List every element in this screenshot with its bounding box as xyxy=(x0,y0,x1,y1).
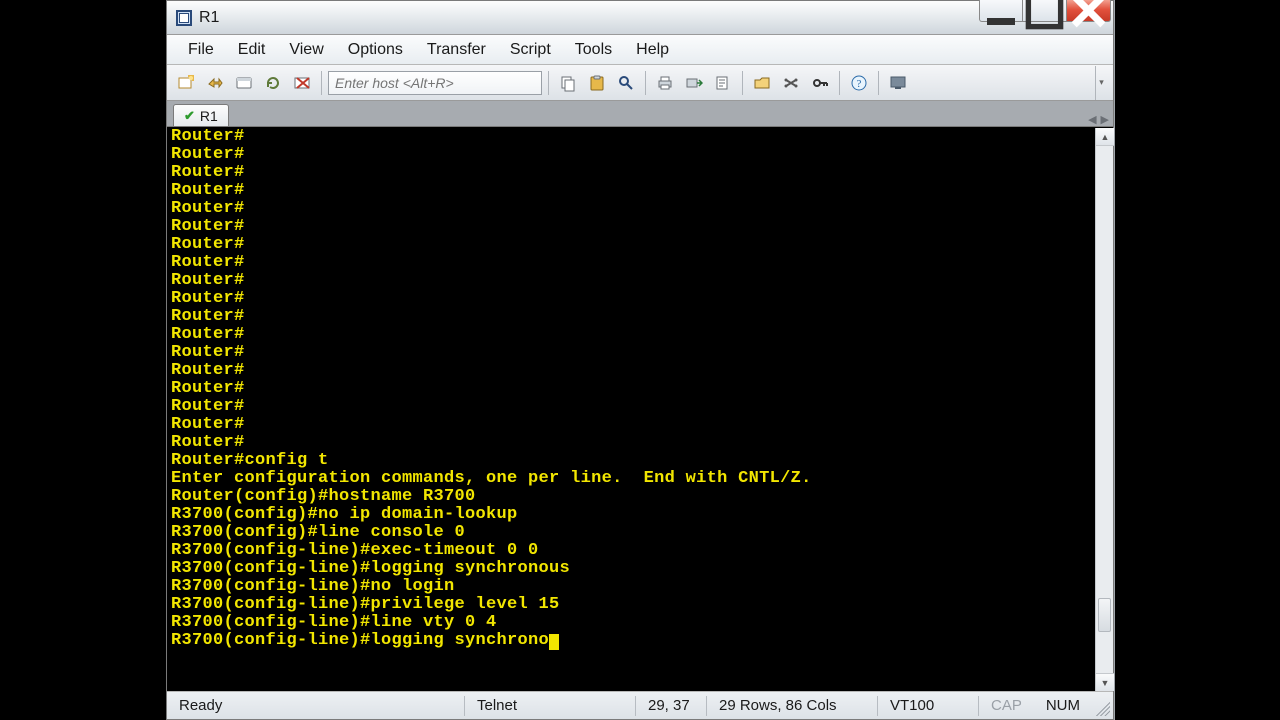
menu-view[interactable]: View xyxy=(278,38,334,62)
scroll-down-button[interactable]: ▼ xyxy=(1096,673,1114,691)
app-window: R1 File Edit View Options Transfer Scrip… xyxy=(166,0,1114,720)
desktop-background-right xyxy=(1115,0,1280,720)
connected-icon: ✔ xyxy=(184,108,195,124)
minimize-button[interactable] xyxy=(979,0,1023,22)
menu-tools[interactable]: Tools xyxy=(564,38,623,62)
send-button[interactable] xyxy=(681,70,707,96)
menu-options[interactable]: Options xyxy=(337,38,414,62)
toolbar: ? ▾ xyxy=(167,65,1113,101)
resize-grip[interactable] xyxy=(1092,698,1110,716)
statusbar: Ready Telnet 29, 37 29 Rows, 86 Cols VT1… xyxy=(167,691,1113,719)
menu-script[interactable]: Script xyxy=(499,38,562,62)
paste-button[interactable] xyxy=(584,70,610,96)
status-dimensions: 29 Rows, 86 Cols xyxy=(707,697,877,714)
scrollbar[interactable]: ▲ ▼ xyxy=(1095,128,1113,691)
session-tab[interactable]: ✔ R1 xyxy=(173,104,229,126)
scroll-thumb[interactable] xyxy=(1098,598,1111,632)
key-button[interactable] xyxy=(807,70,833,96)
window-title: R1 xyxy=(199,9,219,27)
toolbar-overflow-button[interactable]: ▾ xyxy=(1095,66,1107,100)
menu-help[interactable]: Help xyxy=(625,38,680,62)
menu-transfer[interactable]: Transfer xyxy=(416,38,497,62)
maximize-button[interactable] xyxy=(1023,0,1067,22)
scroll-up-button[interactable]: ▲ xyxy=(1096,128,1114,146)
status-ready: Ready xyxy=(167,697,464,714)
screen-button[interactable] xyxy=(885,70,911,96)
new-session-button[interactable] xyxy=(173,70,199,96)
host-input[interactable] xyxy=(328,71,542,95)
app-icon xyxy=(175,9,193,27)
connect-tab-button[interactable] xyxy=(231,70,257,96)
status-term-type: VT100 xyxy=(878,697,978,714)
terminal[interactable]: Router# Router# Router# Router# Router# … xyxy=(167,128,1095,691)
open-folder-button[interactable] xyxy=(749,70,775,96)
tab-label: R1 xyxy=(200,108,218,124)
status-cap: CAP xyxy=(979,697,1034,714)
settings-button[interactable] xyxy=(778,70,804,96)
menubar: File Edit View Options Transfer Script T… xyxy=(167,35,1113,65)
log-button[interactable] xyxy=(710,70,736,96)
status-num: NUM xyxy=(1034,697,1092,714)
tabstrip: ✔ R1 ◀ ▶ xyxy=(167,101,1113,127)
svg-text:?: ? xyxy=(857,78,862,90)
print-button[interactable] xyxy=(652,70,678,96)
quick-connect-button[interactable] xyxy=(202,70,228,96)
reconnect-button[interactable] xyxy=(260,70,286,96)
status-cursor-pos: 29, 37 xyxy=(636,697,706,714)
close-button[interactable] xyxy=(1067,0,1111,22)
copy-button[interactable] xyxy=(555,70,581,96)
terminal-area: Router# Router# Router# Router# Router# … xyxy=(167,127,1113,691)
help-button[interactable]: ? xyxy=(846,70,872,96)
menu-edit[interactable]: Edit xyxy=(227,38,277,62)
find-button[interactable] xyxy=(613,70,639,96)
menu-file[interactable]: File xyxy=(177,38,225,62)
titlebar[interactable]: R1 xyxy=(167,1,1113,35)
terminal-cursor xyxy=(549,634,559,650)
tab-next-button[interactable]: ▶ xyxy=(1101,113,1109,126)
disconnect-button[interactable] xyxy=(289,70,315,96)
tab-prev-button[interactable]: ◀ xyxy=(1088,113,1096,126)
status-protocol: Telnet xyxy=(465,697,635,714)
